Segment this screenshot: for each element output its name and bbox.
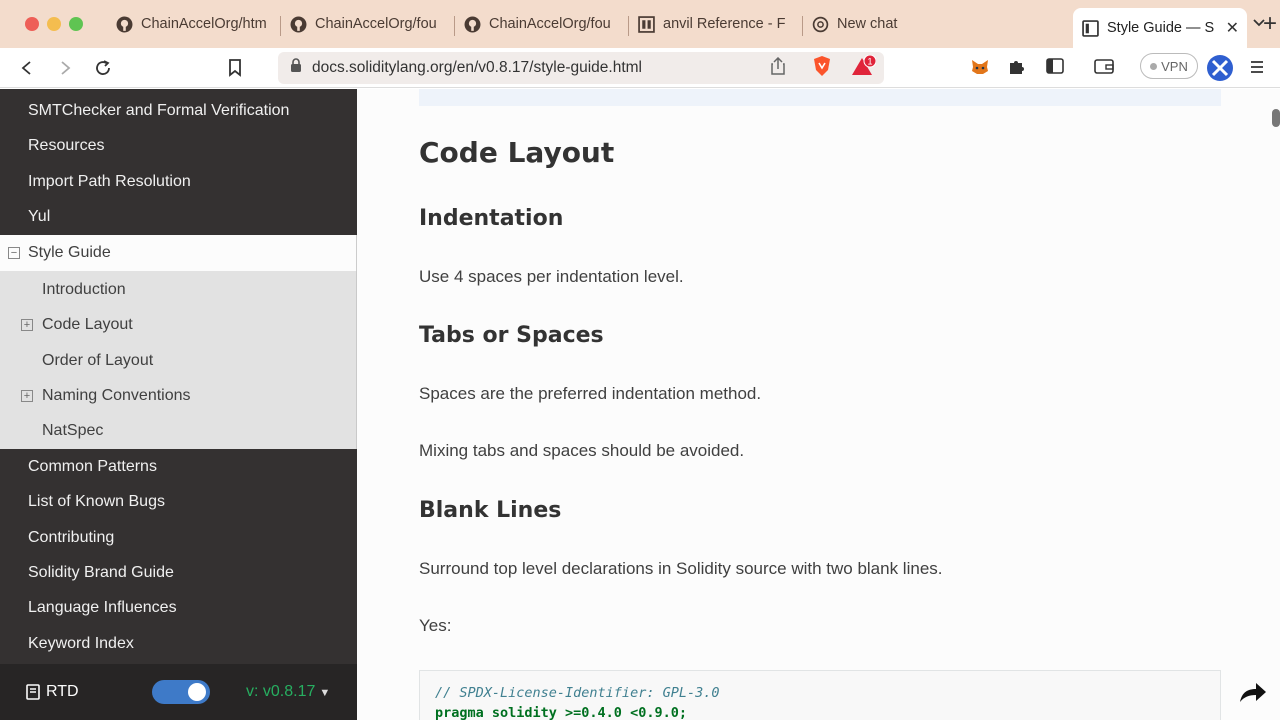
sidebar-item-resources[interactable]: Resources xyxy=(0,128,357,163)
lock-icon xyxy=(290,58,302,78)
browser-tab-active[interactable]: Style Guide — S ✕ xyxy=(1073,8,1247,48)
book-icon xyxy=(26,684,40,700)
version-text: v: v0.8.17 xyxy=(246,683,316,700)
openai-icon xyxy=(811,15,829,33)
vpn-button[interactable]: VPN xyxy=(1140,53,1198,79)
book-icon xyxy=(637,15,655,33)
sidebar-item-yul[interactable]: Yul xyxy=(0,199,357,234)
sidebar-item-keyword-index[interactable]: Keyword Index xyxy=(0,626,357,661)
sidebar-toggle-icon[interactable] xyxy=(1046,58,1064,74)
svg-text:1: 1 xyxy=(867,56,872,66)
paragraph-tabs-1: Spaces are the preferred indentation met… xyxy=(419,384,762,403)
browser-tab[interactable]: ChainAccelOrg/htm xyxy=(107,8,281,40)
rtd-version-bar: RTD v: v0.8.17 ▼ xyxy=(0,664,357,720)
browser-toolbar: docs.soliditylang.org/en/v0.8.17/style-g… xyxy=(0,48,1280,88)
close-tab-icon[interactable]: ✕ xyxy=(1226,18,1239,38)
code-block[interactable]: // SPDX-License-Identifier: GPL-3.0 prag… xyxy=(419,670,1221,720)
page-heading: Code Layout xyxy=(419,136,615,169)
theme-toggle-switch[interactable] xyxy=(152,680,210,704)
sidebar-item-style-guide[interactable]: − Style Guide xyxy=(0,235,357,271)
sidebar-subitem-order-of-layout[interactable]: Order of Layout xyxy=(0,343,357,378)
docs-icon xyxy=(1081,19,1099,37)
browser-tab[interactable]: ChainAccelOrg/fou xyxy=(281,8,455,40)
rtd-label-text: RTD xyxy=(46,683,79,700)
url-text: docs.soliditylang.org/en/v0.8.17/style-g… xyxy=(312,59,642,76)
collapse-icon[interactable]: − xyxy=(8,247,20,259)
scrollbar-thumb[interactable] xyxy=(1272,109,1280,127)
github-icon xyxy=(289,15,307,33)
browser-tab[interactable]: New chat xyxy=(803,8,977,40)
docs-content: Code Layout Indentation Use 4 spaces per… xyxy=(357,89,1280,720)
sidebar-item-label: Code Layout xyxy=(42,315,133,333)
code-pragma: pragma solidity >=0.4.0 <0.9.0; xyxy=(435,705,687,720)
address-bar[interactable]: docs.soliditylang.org/en/v0.8.17/style-g… xyxy=(278,52,884,84)
github-icon xyxy=(115,15,133,33)
brave-rewards-icon[interactable]: 1 xyxy=(850,54,877,82)
heading-tabs-or-spaces: Tabs or Spaces xyxy=(419,323,604,348)
vpn-status-dot xyxy=(1150,62,1158,70)
heading-blank-lines: Blank Lines xyxy=(419,498,562,523)
previous-block xyxy=(419,89,1221,106)
bookmark-icon[interactable] xyxy=(216,58,254,77)
window-controls xyxy=(25,17,83,31)
docs-sidebar: SMTChecker and Formal Verification Resou… xyxy=(0,89,357,720)
sidebar-item-label: Style Guide xyxy=(28,244,111,261)
sidebar-subitem-natspec[interactable]: NatSpec xyxy=(0,413,357,448)
chevron-down-icon[interactable] xyxy=(1252,16,1266,35)
paragraph-indentation: Use 4 spaces per indentation level. xyxy=(419,267,684,286)
sidebar-item-smtchecker[interactable]: SMTChecker and Formal Verification xyxy=(0,93,357,128)
wallet-icon[interactable] xyxy=(1094,58,1114,74)
tab-strip: ChainAccelOrg/htm ChainAccelOrg/fou Chai… xyxy=(107,4,1247,48)
code-comment: // SPDX-License-Identifier: GPL-3.0 xyxy=(435,685,720,701)
sidebar-item-language-influences[interactable]: Language Influences xyxy=(0,590,357,625)
version-selector[interactable]: v: v0.8.17 ▼ xyxy=(246,683,330,701)
caret-down-icon: ▼ xyxy=(319,687,331,699)
profile-avatar-icon[interactable] xyxy=(1206,54,1234,82)
share-arrow-icon[interactable] xyxy=(1238,680,1268,711)
tab-title: ChainAccelOrg/fou xyxy=(315,16,437,32)
expand-icon[interactable]: + xyxy=(21,389,33,402)
sidebar-item-contributing[interactable]: Contributing xyxy=(0,520,357,555)
back-button[interactable] xyxy=(8,60,46,76)
reload-button[interactable] xyxy=(84,59,122,77)
close-window-button[interactable] xyxy=(25,17,39,31)
paragraph-tabs-2: Mixing tabs and spaces should be avoided… xyxy=(419,441,745,460)
tab-title: ChainAccelOrg/fou xyxy=(489,16,611,32)
tab-title: anvil Reference - F xyxy=(663,16,786,32)
tab-title: New chat xyxy=(837,16,898,32)
browser-tab-bar: ChainAccelOrg/htm ChainAccelOrg/fou Chai… xyxy=(0,0,1280,48)
paragraph-yes: Yes: xyxy=(419,616,452,635)
browser-tab[interactable]: anvil Reference - F xyxy=(629,8,803,40)
tab-title: ChainAccelOrg/htm xyxy=(141,16,267,32)
sidebar-subitem-naming-conventions[interactable]: + Naming Conventions xyxy=(0,378,357,413)
vpn-label: VPN xyxy=(1161,58,1188,74)
menu-icon[interactable] xyxy=(1250,60,1264,74)
sidebar-subitem-code-layout[interactable]: + Code Layout xyxy=(0,307,357,342)
metamask-icon[interactable] xyxy=(970,58,990,76)
heading-indentation: Indentation xyxy=(419,206,564,231)
share-icon[interactable] xyxy=(770,56,786,80)
sidebar-item-label: Naming Conventions xyxy=(42,386,191,404)
paragraph-blank-lines: Surround top level declarations in Solid… xyxy=(419,559,943,578)
expand-icon[interactable]: + xyxy=(21,318,33,331)
minimize-window-button[interactable] xyxy=(47,17,61,31)
github-icon xyxy=(463,15,481,33)
browser-tab[interactable]: ChainAccelOrg/fou xyxy=(455,8,629,40)
brave-shield-icon[interactable] xyxy=(812,55,832,82)
maximize-window-button[interactable] xyxy=(69,17,83,31)
sidebar-item-common-patterns[interactable]: Common Patterns xyxy=(0,449,357,484)
sidebar-subitem-introduction[interactable]: Introduction xyxy=(0,272,357,307)
sidebar-item-import-path[interactable]: Import Path Resolution xyxy=(0,164,357,199)
sidebar-item-brand-guide[interactable]: Solidity Brand Guide xyxy=(0,555,357,590)
extensions-puzzle-icon[interactable] xyxy=(1008,58,1026,76)
forward-button[interactable] xyxy=(46,60,84,76)
tab-title: Style Guide — S xyxy=(1107,20,1215,36)
rtd-menu[interactable]: RTD xyxy=(26,683,79,701)
sidebar-item-known-bugs[interactable]: List of Known Bugs xyxy=(0,484,357,519)
sidebar-subsection: Introduction + Code Layout Order of Layo… xyxy=(0,271,357,449)
